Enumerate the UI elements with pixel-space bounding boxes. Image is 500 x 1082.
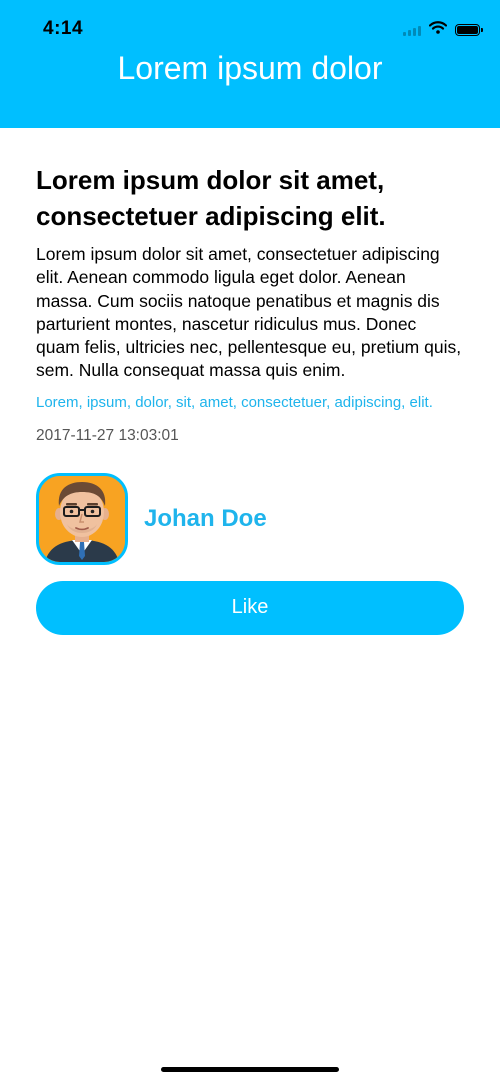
author-row[interactable]: Johan Doe	[36, 471, 464, 567]
article-body: Lorem ipsum dolor sit amet, consectetuer…	[36, 244, 462, 381]
like-button[interactable]: Like	[36, 580, 464, 635]
article-tags[interactable]: Lorem, ipsum, dolor, sit, amet, consecte…	[36, 393, 464, 413]
author-name[interactable]: Johan Doe	[144, 505, 267, 533]
author-avatar[interactable]	[36, 472, 128, 565]
article-timestamp: 2017-11-27 13:03:01	[36, 426, 179, 444]
nav-title: Lorem ipsum dolor	[117, 50, 383, 86]
status-icons	[403, 19, 483, 41]
status-time: 4:14	[43, 18, 84, 39]
signal-icon	[403, 24, 421, 36]
article-title: Lorem ipsum dolor sit amet, consectetuer…	[36, 165, 386, 231]
wifi-icon	[428, 21, 448, 39]
battery-icon	[455, 24, 483, 36]
header-bar: 4:14 Lorem ipsum dolor	[0, 0, 500, 128]
article-content: Lorem ipsum dolor sit amet, consectetuer…	[36, 162, 464, 635]
home-indicator[interactable]	[161, 1067, 339, 1072]
man-with-glasses-avatar-icon	[39, 475, 125, 562]
